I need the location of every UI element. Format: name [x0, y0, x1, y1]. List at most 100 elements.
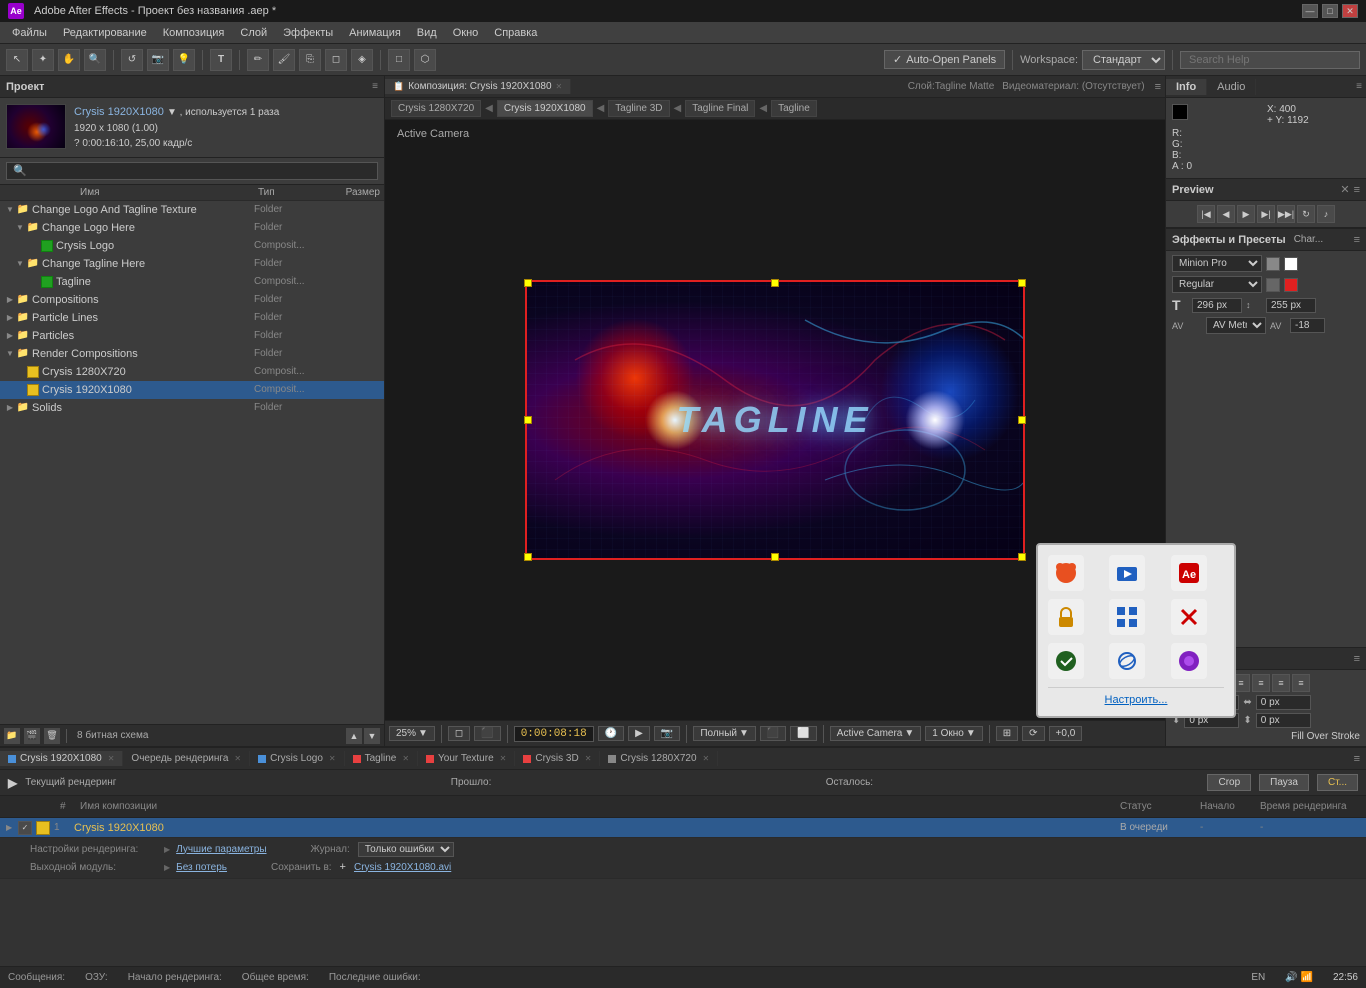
menu-effects[interactable]: Эффекты: [275, 25, 341, 41]
preview-close[interactable]: ✕: [1340, 183, 1349, 196]
transparency-icon[interactable]: ⬜: [790, 726, 816, 741]
comp-tab-close[interactable]: ✕: [556, 82, 563, 91]
tab-close[interactable]: ✕: [234, 754, 241, 763]
menu-animation[interactable]: Анимация: [341, 25, 409, 41]
search-help-input[interactable]: [1180, 51, 1360, 69]
close-button[interactable]: ✕: [1342, 4, 1358, 18]
popup-icon-1[interactable]: [1048, 555, 1084, 591]
leading-input[interactable]: [1266, 298, 1316, 313]
toolbar-pen[interactable]: ✦: [32, 49, 54, 71]
row-expand[interactable]: ▶: [6, 823, 18, 832]
tree-item-particle-lines[interactable]: ▶ 📁 Particle Lines Folder: [0, 309, 384, 327]
kerning-input[interactable]: [1290, 318, 1325, 333]
handle-tl[interactable]: [524, 279, 532, 287]
preview-loop[interactable]: ↻: [1297, 205, 1315, 223]
color-picker[interactable]: [1284, 257, 1298, 271]
toolbar-camera[interactable]: 📷: [147, 49, 169, 71]
popup-icon-5[interactable]: [1109, 599, 1145, 635]
popup-icon-6[interactable]: [1171, 599, 1207, 635]
maximize-button[interactable]: □: [1322, 4, 1338, 18]
bread-tagline-final[interactable]: Tagline Final: [685, 100, 755, 117]
rbt-crysis-1280[interactable]: Crysis 1280X720 ✕: [600, 751, 718, 766]
toolbar-clone[interactable]: ⎘: [299, 49, 321, 71]
handle-bm[interactable]: [771, 553, 779, 561]
toolbar-puppet[interactable]: ⬡: [414, 49, 436, 71]
popup-icon-2[interactable]: [1109, 555, 1145, 591]
toolbar-light[interactable]: 💡: [173, 49, 195, 71]
magnify-btn[interactable]: ⬛: [474, 726, 500, 741]
style-select[interactable]: Regular: [1172, 276, 1262, 293]
tree-item-crysis-1280[interactable]: Crysis 1280X720 Composit...: [0, 363, 384, 381]
toolbar-zoom[interactable]: 🔍: [84, 49, 106, 71]
pause-btn[interactable]: Пауза: [1259, 774, 1309, 791]
handle-ml[interactable]: [524, 416, 532, 424]
justify-right[interactable]: ≡: [1272, 674, 1290, 692]
tree-item-change-logo-here[interactable]: ▼ 📁 Change Logo Here Folder: [0, 219, 384, 237]
snapshot-btn[interactable]: 📷: [654, 726, 680, 741]
audio-tab[interactable]: Audio: [1207, 79, 1256, 95]
tree-item-crysis-1920-selected[interactable]: Crysis 1920X1080 Composit...: [0, 381, 384, 399]
font-select[interactable]: Minion Pro: [1172, 255, 1262, 272]
crop-btn[interactable]: Crop: [1207, 774, 1251, 791]
tab-close[interactable]: ✕: [500, 754, 507, 763]
customize-btn[interactable]: Настроить...: [1048, 687, 1224, 706]
tree-item-render-compositions[interactable]: ▼ 📁 Render Compositions Folder: [0, 345, 384, 363]
camera-select[interactable]: Active Camera ▼: [830, 726, 921, 741]
toolbar-select[interactable]: ↖: [6, 49, 28, 71]
preview-next[interactable]: ▶|: [1257, 205, 1275, 223]
toolbar-rotate[interactable]: ↺: [121, 49, 143, 71]
view-select[interactable]: 1 Окно ▼: [925, 726, 982, 741]
indent-input2[interactable]: [1256, 695, 1311, 710]
save-file[interactable]: Crysis 1920X1080.avi: [354, 862, 451, 873]
auto-open-panels-button[interactable]: ✓ Auto-Open Panels: [884, 50, 1005, 69]
layout-btn[interactable]: ⊞: [996, 726, 1018, 741]
rbt-crysis-1920[interactable]: Crysis 1920X1080 ✕: [0, 751, 123, 766]
output-arrow[interactable]: ▶: [164, 863, 170, 872]
popup-icon-3[interactable]: Ae: [1171, 555, 1207, 591]
tree-item-crysis-logo[interactable]: Crysis Logo Composit...: [0, 237, 384, 255]
stroke-color[interactable]: [1284, 278, 1298, 292]
menu-files[interactable]: Файлы: [4, 25, 55, 41]
tree-item-compositions[interactable]: ▶ 📁 Compositions Folder: [0, 291, 384, 309]
output-link[interactable]: Без потерь: [176, 862, 227, 873]
scroll-down[interactable]: ▼: [364, 728, 380, 744]
tree-item-change-tagline-here[interactable]: ▼ 📁 Change Tagline Here Folder: [0, 255, 384, 273]
expand-btn[interactable]: ▶: [8, 776, 17, 790]
tab-close[interactable]: ✕: [585, 754, 592, 763]
indent-input4[interactable]: [1256, 713, 1311, 728]
tab-close[interactable]: ✕: [108, 754, 115, 763]
tree-item-solids[interactable]: ▶ 📁 Solids Folder: [0, 399, 384, 417]
toolbar-shape[interactable]: □: [388, 49, 410, 71]
handle-tr[interactable]: [1018, 279, 1026, 287]
row-check[interactable]: ✓: [18, 821, 32, 835]
delete-btn[interactable]: 🗑: [44, 728, 60, 744]
workspace-select[interactable]: Стандарт: [1082, 50, 1165, 70]
tab-close[interactable]: ✕: [402, 754, 409, 763]
new-folder-btn[interactable]: 📁: [4, 728, 20, 744]
reset-btn[interactable]: ⟳: [1022, 726, 1044, 741]
popup-icon-7[interactable]: [1048, 643, 1084, 679]
quality-select[interactable]: Полный ▼: [693, 726, 756, 741]
handle-mr[interactable]: [1018, 416, 1026, 424]
paragraph-menu[interactable]: ≡: [1354, 653, 1360, 665]
toolbar-pen2[interactable]: ✏: [247, 49, 269, 71]
toolbar-brush[interactable]: 🖌: [273, 49, 295, 71]
ram-preview[interactable]: ▶: [628, 726, 650, 741]
rbt-tagline[interactable]: Tagline ✕: [345, 751, 418, 766]
new-comp-btn[interactable]: 🎬: [24, 728, 40, 744]
menu-view[interactable]: Вид: [409, 25, 445, 41]
menu-help[interactable]: Справка: [486, 25, 545, 41]
render-panel-menu[interactable]: ≡: [1348, 753, 1366, 765]
preview-prev[interactable]: ◀: [1217, 205, 1235, 223]
menu-layer[interactable]: Слой: [232, 25, 275, 41]
toolbar-text[interactable]: T: [210, 49, 232, 71]
info-tab[interactable]: Info: [1166, 79, 1207, 95]
popup-icon-9[interactable]: [1171, 643, 1207, 679]
rbt-crysis-logo[interactable]: Crysis Logo ✕: [250, 751, 345, 766]
fit-btn[interactable]: ◻: [448, 726, 470, 741]
popup-icon-4[interactable]: [1048, 599, 1084, 635]
timecode-display[interactable]: 0:00:08:18: [514, 726, 594, 742]
char-tab[interactable]: Char...: [1294, 234, 1323, 245]
zoom-select[interactable]: 25% ▼: [389, 726, 435, 741]
justify-all[interactable]: ≡: [1292, 674, 1310, 692]
